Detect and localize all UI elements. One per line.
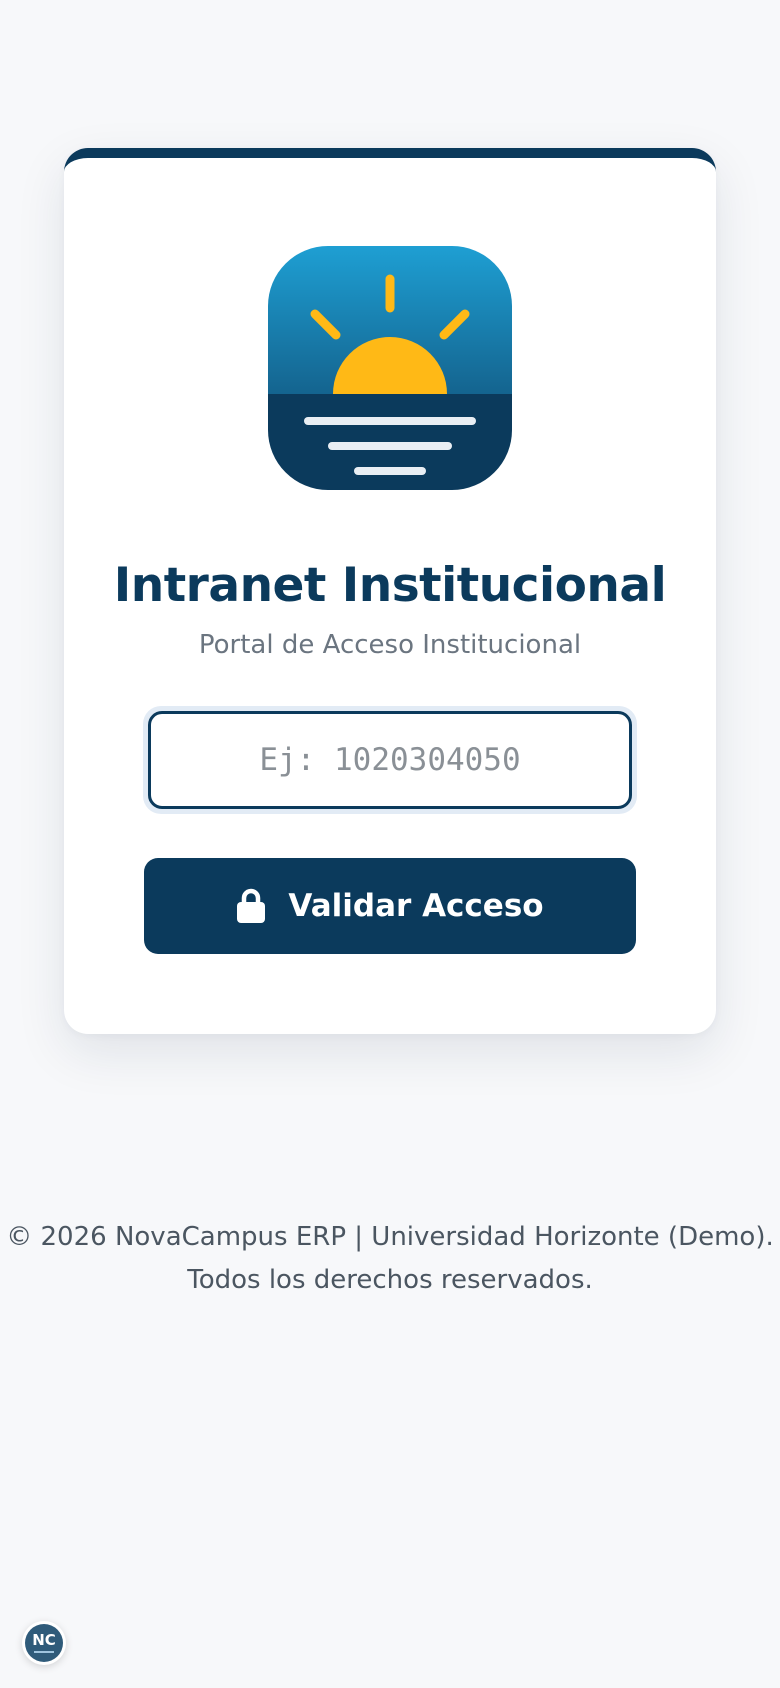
badge-underline [34,1651,54,1653]
sunrise-logo-icon [268,246,512,490]
lock-icon [237,888,266,923]
page-title: Intranet Institucional [113,558,667,613]
floating-app-badge[interactable]: NC [22,1621,66,1665]
login-card: Intranet Institucional Portal de Acceso … [64,148,716,1034]
badge-avatar: NC [25,1624,63,1662]
page-subtitle: Portal de Acceso Institucional [198,630,582,660]
footer: © 2026 NovaCampus ERP | Universidad Hori… [0,1216,780,1302]
badge-label: NC [32,1631,56,1649]
footer-rights: Todos los derechos reservados. [187,1265,593,1295]
validate-access-button[interactable]: Validar Acceso [144,858,636,954]
login-page: Intranet Institucional Portal de Acceso … [0,0,780,1688]
footer-copyright: © 2026 NovaCampus ERP | Universidad Hori… [6,1222,774,1252]
id-input-focus-ring [143,706,637,814]
validate-access-label: Validar Acceso [288,888,544,924]
id-number-input[interactable] [148,711,632,809]
